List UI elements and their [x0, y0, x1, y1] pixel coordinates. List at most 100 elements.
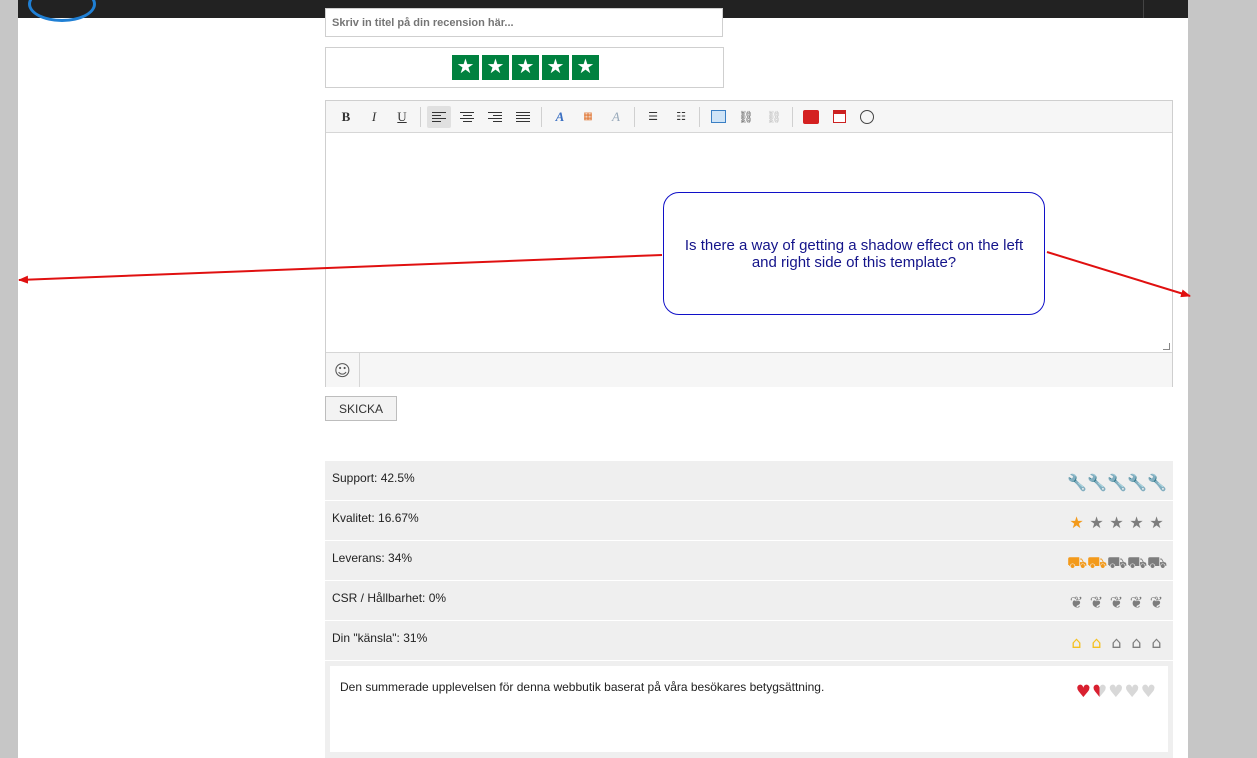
rating-label: Leverans: 34%: [332, 551, 413, 565]
toolbar-separator: [634, 106, 635, 127]
align-left-button[interactable]: [427, 105, 451, 128]
youtube-button[interactable]: [799, 106, 823, 128]
align-left-icon: [432, 110, 446, 124]
rating-label: CSR / Hållbarhet: 0%: [332, 591, 447, 605]
youtube-icon: [803, 109, 819, 124]
align-center-icon: [460, 110, 474, 124]
editor-footer: ☺: [326, 352, 1172, 387]
leaf-icon: ❦: [1109, 593, 1124, 612]
truck-icon: ⛟: [1067, 553, 1088, 572]
house-icon: ⌂: [1131, 633, 1142, 652]
rating-row: Kvalitet: 16.67% ★ ★ ★ ★ ★: [325, 501, 1173, 541]
star-icon[interactable]: ★: [452, 55, 479, 80]
bold-button[interactable]: B: [334, 106, 358, 128]
link-icon: ⛓: [738, 109, 754, 124]
insert-date-button[interactable]: [827, 106, 851, 128]
truck-icon: ⛟: [1127, 553, 1148, 572]
trustpilot-rating-box: ★ ★ ★ ★ ★: [325, 47, 724, 88]
insert-link-button[interactable]: ⛓: [734, 106, 758, 128]
hearts-rating: ♥ ♥ ♥ ♥ ♥: [1076, 682, 1156, 702]
color-button[interactable]: ▦: [576, 106, 600, 128]
font-icon: A: [555, 108, 565, 124]
color-grid-icon: ▦: [583, 111, 593, 122]
insert-time-button[interactable]: [855, 106, 879, 128]
rating-icons: 🔧 🔧 🔧 🔧 🔧: [1067, 473, 1167, 493]
heart-icon: ♥: [1108, 682, 1124, 702]
wrench-icon: 🔧: [1067, 473, 1087, 492]
smiley-icon[interactable]: ☺: [334, 361, 351, 380]
numbered-list-button[interactable]: ☷: [669, 106, 693, 128]
align-right-icon: [488, 110, 502, 124]
numbered-list-icon: ☷: [676, 110, 686, 123]
justify-button[interactable]: [511, 106, 535, 128]
unlink-button[interactable]: ⛓: [762, 106, 786, 128]
rating-row: CSR / Hållbarhet: 0% ❦ ❦ ❦ ❦ ❦: [325, 581, 1173, 621]
calendar-icon: [832, 110, 846, 123]
rating-row: Leverans: 34% ⛟ ⛟ ⛟ ⛟ ⛟: [325, 541, 1173, 581]
navbar-divider: [1143, 0, 1144, 18]
leaf-icon: ❦: [1069, 593, 1084, 612]
rating-stars[interactable]: ★ ★ ★ ★ ★: [452, 55, 599, 80]
star-icon[interactable]: ★: [512, 55, 539, 80]
summary-text: Den summerade upplevelsen för denna webb…: [340, 680, 825, 694]
unlink-icon: ⛓: [766, 109, 782, 124]
toolbar-separator: [420, 106, 421, 127]
house-icon: ⌂: [1091, 633, 1102, 652]
heart-icon: ♥: [1075, 682, 1091, 702]
star-icon: ★: [1149, 513, 1164, 532]
rating-label: Support: 42.5%: [332, 471, 415, 485]
editor-toolbar: B I U A ▦ A ☰ ☷ ⛓ ⛓: [326, 101, 1172, 133]
bullet-list-button[interactable]: ☰: [641, 106, 665, 128]
italic-button[interactable]: I: [362, 106, 386, 128]
house-icon: ⌂: [1151, 633, 1162, 652]
bullet-list-icon: ☰: [648, 110, 658, 123]
align-center-button[interactable]: [455, 106, 479, 128]
truck-icon: ⛟: [1147, 553, 1168, 572]
star-icon: ★: [1069, 513, 1084, 532]
star-icon[interactable]: ★: [572, 55, 599, 80]
align-right-button[interactable]: [483, 106, 507, 128]
leaf-icon: ❦: [1089, 593, 1104, 612]
rating-icons: ⛟ ⛟ ⛟ ⛟ ⛟: [1067, 553, 1168, 573]
wrench-icon: 🔧: [1087, 473, 1107, 492]
rating-icons: ⌂ ⌂ ⌂ ⌂ ⌂: [1067, 633, 1166, 653]
image-icon: [710, 110, 726, 123]
rating-label: Kvalitet: 16.67%: [332, 511, 419, 525]
heart-icon: ♥: [1092, 682, 1108, 702]
truck-icon: ⛟: [1107, 553, 1128, 572]
footer-divider: [359, 353, 360, 387]
star-icon: ★: [1089, 513, 1104, 532]
font-button[interactable]: A: [548, 106, 572, 128]
rating-icons: ❦ ❦ ❦ ❦ ❦: [1067, 593, 1166, 613]
heart-icon: ♥: [1124, 682, 1140, 702]
star-icon[interactable]: ★: [482, 55, 509, 80]
wrench-icon: 🔧: [1147, 473, 1167, 492]
ratings-panel: Support: 42.5% 🔧 🔧 🔧 🔧 🔧 Kvalitet: 16.67% ★ ★ ★ ★ ★…: [325, 461, 1173, 758]
house-icon: ⌂: [1071, 633, 1082, 652]
annotation-callout: Is there a way of getting a shadow effec…: [663, 192, 1045, 315]
callout-text: Is there a way of getting a shadow effec…: [684, 236, 1024, 271]
star-icon[interactable]: ★: [542, 55, 569, 80]
remove-format-button[interactable]: A: [604, 106, 628, 128]
star-icon: ★: [1109, 513, 1124, 532]
remove-format-icon: A: [612, 108, 620, 124]
underline-button[interactable]: U: [390, 106, 414, 128]
clock-icon: [860, 109, 874, 124]
rating-icons: ★ ★ ★ ★ ★: [1067, 513, 1166, 533]
rating-row: Din "känsla": 31% ⌂ ⌂ ⌂ ⌂ ⌂: [325, 621, 1173, 661]
toolbar-separator: [541, 106, 542, 127]
toolbar-separator: [792, 106, 793, 127]
send-button[interactable]: SKICKA: [325, 396, 397, 421]
house-icon: ⌂: [1111, 633, 1122, 652]
leaf-icon: ❦: [1149, 593, 1164, 612]
wrench-icon: 🔧: [1127, 473, 1147, 492]
review-title-input[interactable]: [325, 8, 723, 37]
summary-box: Den summerade upplevelsen för denna webb…: [330, 666, 1168, 752]
truck-icon: ⛟: [1087, 553, 1108, 572]
resize-handle[interactable]: [1163, 343, 1170, 350]
rating-label: Din "känsla": 31%: [332, 631, 428, 645]
insert-image-button[interactable]: [706, 106, 730, 128]
rating-row: Support: 42.5% 🔧 🔧 🔧 🔧 🔧: [325, 461, 1173, 501]
toolbar-separator: [699, 106, 700, 127]
leaf-icon: ❦: [1129, 593, 1144, 612]
